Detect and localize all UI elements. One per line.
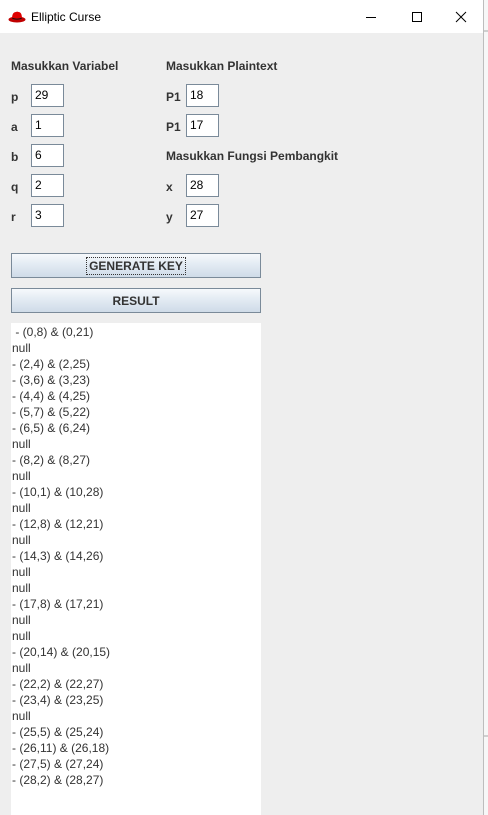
- maximize-icon: [412, 11, 422, 22]
- output-line: null: [12, 341, 31, 355]
- plaintext-p2-label: P1: [166, 120, 181, 134]
- output-line: null: [12, 661, 31, 675]
- output-line: - (28,2) & (28,27): [12, 773, 104, 787]
- variable-q-input[interactable]: 2: [31, 174, 64, 197]
- output-line: - (5,7) & (5,22): [12, 405, 91, 419]
- output-line: - (22,2) & (22,27): [12, 677, 104, 691]
- output-line: - (12,8) & (12,21): [12, 517, 104, 531]
- generator-y-label: y: [166, 210, 173, 224]
- variable-p-label: p: [11, 90, 19, 104]
- variable-b-input[interactable]: 6: [31, 144, 64, 167]
- variable-p-input[interactable]: 29: [31, 84, 64, 107]
- plaintext-p1-input[interactable]: 18: [186, 84, 219, 107]
- variable-a-label: a: [11, 120, 18, 134]
- output-line: null: [12, 501, 31, 515]
- output-line: null: [12, 709, 31, 723]
- output-line: - (25,5) & (25,24): [12, 725, 104, 739]
- variable-q-label: q: [11, 180, 19, 194]
- output-line: - (6,5) & (6,24): [12, 421, 91, 435]
- background-window-edge: [484, 0, 488, 815]
- output-line: null: [12, 581, 31, 595]
- output-line: - (8,2) & (8,27): [12, 453, 91, 467]
- result-button[interactable]: RESULT: [11, 288, 261, 313]
- minimize-icon: [366, 16, 376, 18]
- output-line: - (2,4) & (2,25): [12, 357, 91, 371]
- generate-key-label: GENERATE KEY: [86, 256, 186, 275]
- output-line: - (3,6) & (3,23): [12, 373, 91, 387]
- output-line: - (0,8) & (0,21): [12, 325, 94, 339]
- variable-a-input[interactable]: 1: [31, 114, 64, 137]
- window-title: Elliptic Curse: [31, 10, 102, 24]
- output-line: null: [12, 629, 31, 643]
- plaintext-heading: Masukkan Plaintext: [166, 59, 278, 73]
- output-line: - (23,4) & (23,25): [12, 693, 104, 707]
- red-hat-icon: [8, 10, 26, 28]
- output-line: null: [12, 613, 31, 627]
- plaintext-p1-label: P1: [166, 90, 181, 104]
- variables-heading: Masukkan Variabel: [11, 59, 119, 73]
- output-line: null: [12, 437, 31, 451]
- variable-b-label: b: [11, 150, 19, 164]
- generate-key-button[interactable]: GENERATE KEY: [11, 253, 261, 278]
- output-line: null: [12, 565, 31, 579]
- output-line: null: [12, 533, 31, 547]
- variable-r-label: r: [11, 210, 16, 224]
- close-button[interactable]: [438, 0, 484, 33]
- edge-mark: [484, 30, 488, 32]
- result-label: RESULT: [112, 293, 160, 308]
- output-line: - (26,11) & (26,18): [12, 741, 110, 755]
- generator-y-input[interactable]: 27: [186, 204, 219, 227]
- generator-x-input[interactable]: 28: [186, 174, 219, 197]
- output-line: null: [12, 469, 31, 483]
- plaintext-p2-input[interactable]: 17: [186, 114, 219, 137]
- variable-r-input[interactable]: 3: [31, 204, 64, 227]
- edge-mark: [484, 735, 488, 737]
- output-line: - (27,5) & (27,24): [12, 757, 104, 771]
- maximize-button[interactable]: [394, 0, 440, 33]
- generator-heading: Masukkan Fungsi Pembangkit: [166, 149, 339, 163]
- minimize-button[interactable]: [348, 0, 394, 33]
- output-line: - (20,14) & (20,15): [12, 645, 111, 659]
- output-line: - (17,8) & (17,21): [12, 597, 104, 611]
- title-bar[interactable]: Elliptic Curse: [0, 0, 483, 33]
- output-line: - (10,1) & (10,28): [12, 485, 104, 499]
- result-output-area[interactable]: - (0,8) & (0,21) null - (2,4) & (2,25) - (3…: [11, 323, 261, 815]
- output-line: - (14,3) & (14,26): [12, 549, 104, 563]
- close-icon: [455, 11, 467, 22]
- output-line: - (4,4) & (4,25): [12, 389, 91, 403]
- generator-x-label: x: [166, 180, 173, 194]
- app-window: Elliptic Curse Masukkan Variabel p 29 a …: [0, 0, 484, 815]
